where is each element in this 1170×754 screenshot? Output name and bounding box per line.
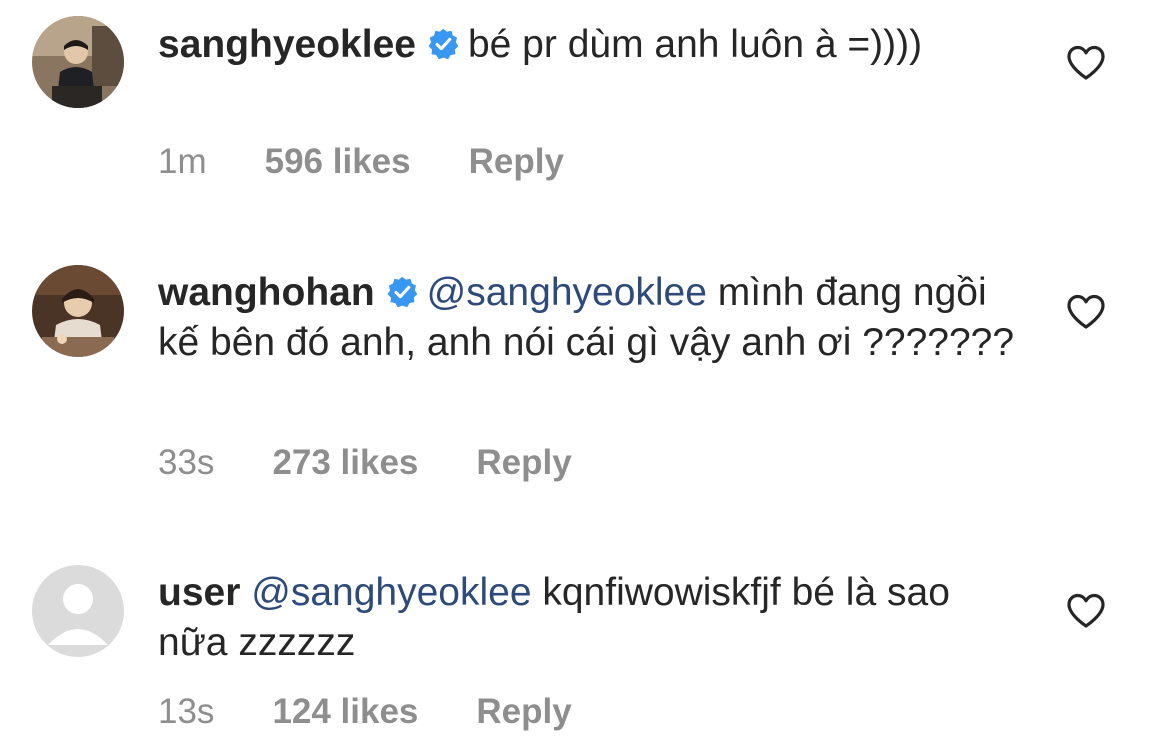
reply-button[interactable]: Reply [476, 443, 571, 482]
verified-badge-icon [426, 24, 460, 60]
comment-meta: 13s 124 likes Reply [158, 692, 572, 732]
comment-text: bé pr dùm anh luôn à =)))) [467, 23, 923, 66]
comment-username[interactable]: sanghyeoklee [158, 23, 416, 66]
comment-username[interactable]: wanghohan [158, 271, 375, 314]
comment-likes-count[interactable]: 273 likes [272, 443, 418, 482]
comment-meta: 33s 273 likes Reply [158, 443, 572, 483]
heart-outline-icon[interactable] [1066, 45, 1106, 81]
heart-outline-icon[interactable] [1066, 294, 1106, 330]
avatar[interactable] [32, 565, 124, 657]
comment-body: sanghyeoklee bé pr dùm anh luôn à =)))) [158, 20, 1018, 70]
comment-timestamp: 33s [158, 443, 215, 482]
comment-body: user @sanghyeoklee kqnfiwowiskfjf bé là … [158, 568, 1018, 668]
verified-badge-icon [385, 272, 419, 308]
reply-button[interactable]: Reply [469, 142, 564, 181]
comment-likes-count[interactable]: 596 likes [265, 142, 411, 181]
comment-likes-count[interactable]: 124 likes [272, 692, 418, 731]
comment-mention[interactable]: @sanghyeoklee [427, 271, 707, 314]
avatar[interactable] [32, 16, 124, 108]
reply-button[interactable]: Reply [476, 692, 571, 731]
comment-mention[interactable]: @sanghyeoklee [251, 571, 531, 614]
comment-username[interactable]: user [158, 571, 240, 614]
comment-timestamp: 1m [158, 142, 207, 181]
heart-outline-icon[interactable] [1066, 593, 1106, 629]
comment-body: wanghohan @sanghyeoklee mình đang ngồi kế… [158, 268, 1018, 368]
comment-timestamp: 13s [158, 692, 215, 731]
comment-meta: 1m 596 likes Reply [158, 142, 564, 182]
avatar[interactable] [32, 265, 124, 357]
